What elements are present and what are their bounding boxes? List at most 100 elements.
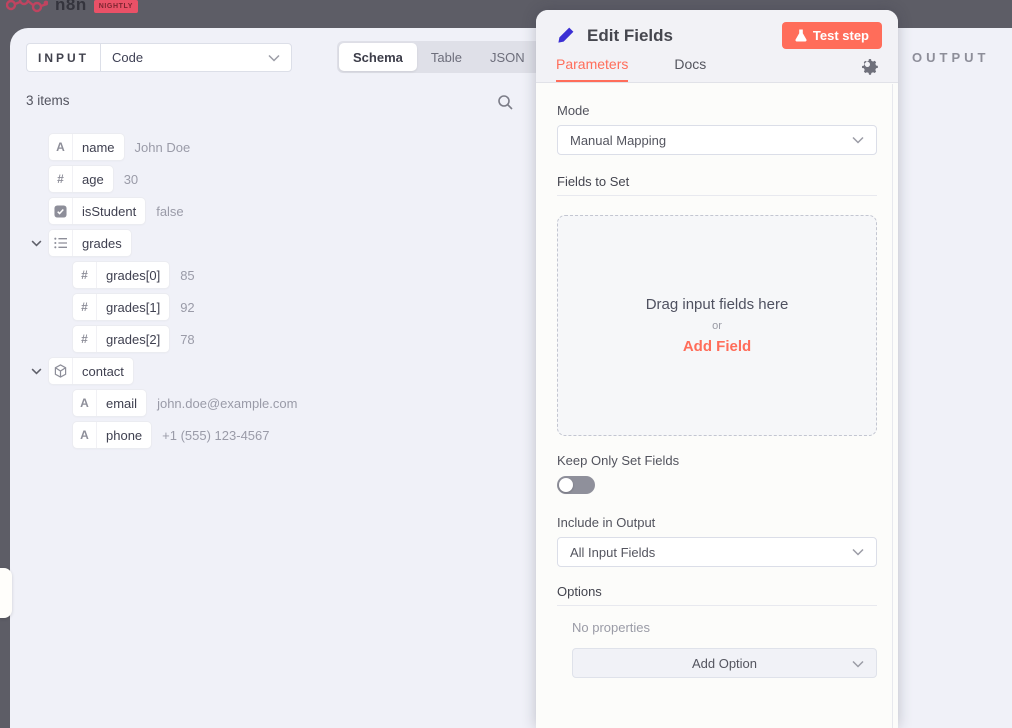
- field-key: email: [97, 390, 146, 416]
- logo-mark-icon: [6, 0, 48, 17]
- field-pill[interactable]: contact: [49, 358, 133, 384]
- tree-row-age[interactable]: #age 30: [26, 165, 526, 193]
- no-properties-text: No properties: [572, 620, 877, 635]
- panel-handle-notch[interactable]: [0, 568, 12, 618]
- object-icon: [49, 358, 73, 384]
- screen: n8n NIGHTLY INPUT Code Schema Table JSON…: [0, 0, 1012, 728]
- keep-only-label: Keep Only Set Fields: [557, 453, 877, 468]
- field-pill[interactable]: #age: [49, 166, 113, 192]
- tree-row-email[interactable]: Aemail john.doe@example.com: [50, 389, 526, 417]
- field-key: contact: [73, 358, 133, 384]
- input-header: INPUT Code: [26, 43, 292, 72]
- gear-icon[interactable]: [862, 59, 878, 75]
- include-output-label: Include in Output: [557, 515, 877, 530]
- mode-label: Mode: [557, 103, 877, 118]
- input-view-tabs: Schema Table JSON: [337, 41, 541, 73]
- tree-row-grades[interactable]: grades: [26, 229, 526, 257]
- mode-value: Manual Mapping: [570, 133, 666, 148]
- pencil-icon: [556, 26, 575, 45]
- input-source-select[interactable]: Code: [100, 43, 292, 72]
- tree-row-isStudent[interactable]: isStudent false: [26, 197, 526, 225]
- flask-icon: [795, 29, 807, 42]
- field-key: age: [73, 166, 113, 192]
- field-key: grades[1]: [97, 294, 169, 320]
- chevron-down-icon[interactable]: [26, 240, 49, 247]
- list-icon: [49, 230, 73, 256]
- mode-select[interactable]: Manual Mapping: [557, 125, 877, 155]
- node-tabs: Parameters Docs: [556, 56, 706, 82]
- chevron-down-icon: [852, 548, 864, 556]
- field-key: grades[2]: [97, 326, 169, 352]
- string-icon: A: [49, 134, 73, 160]
- field-pill[interactable]: grades: [49, 230, 131, 256]
- tab-schema[interactable]: Schema: [339, 43, 417, 71]
- field-pill[interactable]: #grades[2]: [73, 326, 169, 352]
- drag-hint-text: Drag input fields here: [646, 296, 789, 313]
- input-panel-label: INPUT: [26, 43, 100, 72]
- field-value: 78: [180, 332, 194, 347]
- items-count: 3 items: [26, 93, 70, 108]
- tree-row-phone[interactable]: Aphone +1 (555) 123-4567: [50, 421, 526, 449]
- field-value: +1 (555) 123-4567: [162, 428, 269, 443]
- field-pill[interactable]: Aemail: [73, 390, 146, 416]
- field-pill[interactable]: #grades[1]: [73, 294, 169, 320]
- schema-tree: AnameJohn Doe#age30isStudentfalsegrades#…: [26, 133, 526, 453]
- field-key: grades[0]: [97, 262, 169, 288]
- add-option-button[interactable]: Add Option: [572, 648, 877, 678]
- or-text: or: [712, 320, 722, 332]
- add-field-button[interactable]: Add Field: [683, 338, 751, 355]
- options-label: Options: [557, 584, 877, 599]
- field-pill[interactable]: #grades[0]: [73, 262, 169, 288]
- tab-docs[interactable]: Docs: [674, 56, 706, 82]
- output-panel-label: OUTPUT: [912, 50, 989, 65]
- logo-text: n8n: [55, 0, 87, 15]
- test-step-button[interactable]: Test step: [782, 22, 882, 49]
- tab-json[interactable]: JSON: [476, 43, 539, 71]
- toggle-knob: [559, 478, 573, 492]
- field-value: John Doe: [135, 140, 191, 155]
- tab-table[interactable]: Table: [417, 43, 476, 71]
- include-output-select[interactable]: All Input Fields: [557, 537, 877, 567]
- field-pill[interactable]: isStudent: [49, 198, 145, 224]
- drag-drop-zone[interactable]: Drag input fields here or Add Field: [557, 215, 877, 436]
- node-header: Edit Fields Test step Parameters Docs: [536, 10, 898, 83]
- field-value: 85: [180, 268, 194, 283]
- field-value: 30: [124, 172, 138, 187]
- chevron-down-icon: [852, 660, 864, 668]
- divider: [557, 195, 877, 196]
- search-icon[interactable]: [497, 94, 517, 114]
- field-value: john.doe@example.com: [157, 396, 297, 411]
- node-panel: Edit Fields Test step Parameters Docs Mo…: [536, 10, 898, 728]
- field-key: grades: [73, 230, 131, 256]
- chevron-down-icon: [852, 136, 864, 144]
- field-key: isStudent: [73, 198, 145, 224]
- node-title: Edit Fields: [587, 26, 782, 46]
- divider: [557, 605, 877, 606]
- fields-to-set-label: Fields to Set: [557, 174, 877, 189]
- boolean-icon: [49, 198, 73, 224]
- tree-row-grades[0][interactable]: #grades[0] 85: [50, 261, 526, 289]
- number-icon: #: [73, 294, 97, 320]
- field-value: false: [156, 204, 183, 219]
- include-output-value: All Input Fields: [570, 545, 655, 560]
- string-icon: A: [73, 390, 97, 416]
- test-step-label: Test step: [813, 28, 869, 43]
- tree-row-grades[1][interactable]: #grades[1] 92: [50, 293, 526, 321]
- tree-row-grades[2][interactable]: #grades[2] 78: [50, 325, 526, 353]
- field-key: phone: [97, 422, 151, 448]
- field-value: 92: [180, 300, 194, 315]
- add-option-label: Add Option: [692, 656, 757, 671]
- input-source-value: Code: [112, 50, 143, 65]
- tree-row-contact[interactable]: contact: [26, 357, 526, 385]
- field-pill[interactable]: Aphone: [73, 422, 151, 448]
- node-parameters-body: Mode Manual Mapping Fields to Set Drag i…: [536, 83, 898, 678]
- chevron-down-icon[interactable]: [26, 368, 49, 375]
- nightly-badge: NIGHTLY: [94, 0, 138, 13]
- tree-row-name[interactable]: Aname John Doe: [26, 133, 526, 161]
- field-pill[interactable]: Aname: [49, 134, 124, 160]
- keep-only-toggle[interactable]: [557, 476, 595, 494]
- tab-parameters[interactable]: Parameters: [556, 56, 628, 82]
- chevron-down-icon: [268, 54, 280, 62]
- number-icon: #: [73, 262, 97, 288]
- number-icon: #: [73, 326, 97, 352]
